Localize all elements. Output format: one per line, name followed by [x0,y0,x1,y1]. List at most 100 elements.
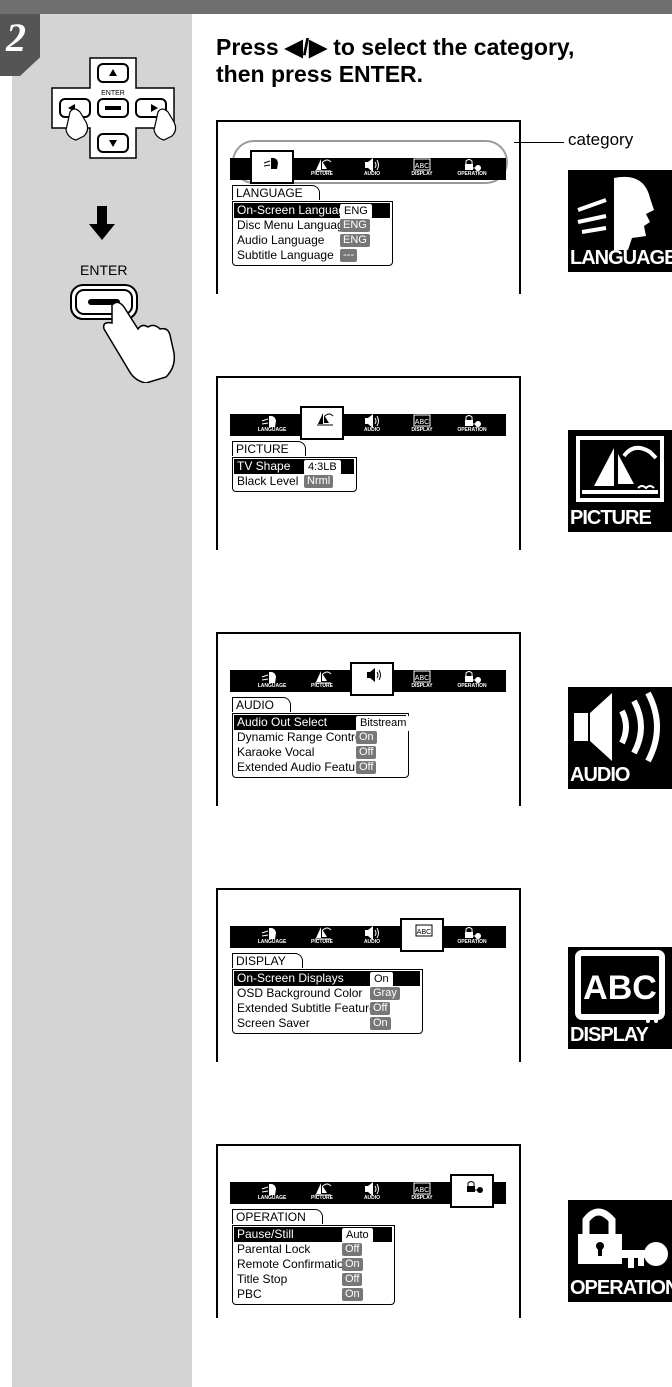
picture-tab-icon[interactable]: PICTURE [300,158,344,180]
tab-label: OPERATION [457,427,487,433]
operation-tab-icon[interactable]: OPERATION [450,414,494,436]
display-tab-icon[interactable]: ABC DISPLAY [400,1182,444,1204]
category-pointer-line [514,142,564,143]
menu-title: LANGUAGE [232,185,320,200]
menu-row[interactable]: Subtitle Language --- [234,248,390,263]
operation-tab-icon[interactable]: OPERATION [450,926,494,948]
menu-row-label: Pause/Still [237,1227,294,1241]
tab-label: DISPLAY [411,683,433,689]
menu-row-value: On [370,1017,391,1030]
picture-tab-icon[interactable] [300,406,344,440]
menu-row[interactable]: OSD Background Color Gray [234,986,420,1001]
audio-tab-icon[interactable]: AUDIO [350,1182,394,1204]
tab-label: DISPLAY [411,427,433,433]
tab-label: OPERATION [457,939,487,945]
category-tab-bar: LANGUAGE PICTURE AUDIO ABC DISPLAY [230,1174,506,1208]
step-number: 2 [6,15,26,60]
audio-tab-icon[interactable] [350,662,394,696]
svg-text:ABC: ABC [583,969,657,1007]
category-tab-bar: LANGUAGE PICTURE ABC DISPLAY OPERATION [230,662,506,696]
menu-row-value: On [356,731,377,744]
settings-menu: PICTURE TV Shape 4:3LB Black Level Nrml [232,440,357,492]
operation-tab-icon[interactable]: OPERATION [450,158,494,180]
menu-row[interactable]: TV Shape 4:3LB [234,459,354,475]
menu-row[interactable]: Screen Saver On [234,1016,420,1031]
tab-label: LANGUAGE [257,683,287,689]
menu-row[interactable]: Pause/Still Auto [234,1227,392,1243]
menu-row-value: Off [342,1243,363,1256]
menu-row-label: Dynamic Range Control [237,730,365,744]
menu-row-value: On [370,972,393,987]
tab-label: PICTURE [311,683,333,689]
menu-row-label: PBC [237,1287,262,1301]
svg-text:ABC: ABC [415,1187,429,1194]
tab-label: LANGUAGE [257,1195,287,1201]
top-rule [0,0,672,14]
tab-label: OPERATION [457,171,487,177]
menu-row-value: Off [356,761,377,774]
menu-row[interactable]: Extended Audio Feature Off [234,760,406,775]
picture-tab-icon[interactable]: PICTURE [300,670,344,692]
language-tab-icon[interactable] [250,150,294,184]
menu-row[interactable]: Extended Subtitle Features Off [234,1001,420,1016]
language-tab-icon[interactable]: LANGUAGE [250,926,294,948]
menu-row[interactable]: Title Stop Off [234,1272,392,1287]
category-tab-bar: LANGUAGE PICTURE AUDIO ABC OPERATION [230,918,506,952]
menu-row[interactable]: Karaoke Vocal Off [234,745,406,760]
remote-dpad: ENTER [46,50,192,166]
big-icon-label: PICTURE [570,507,652,529]
menu-row-value: 4:3LB [304,460,341,475]
picture-icon: PICTURE [568,430,672,532]
osd-screen-operation: LANGUAGE PICTURE AUDIO ABC DISPLAY OPERATION P… [216,1144,521,1318]
big-icon-label: OPERATION [570,1277,672,1299]
tab-label: DISPLAY [411,171,433,177]
language-tab-icon[interactable]: LANGUAGE [250,670,294,692]
menu-row[interactable]: Parental Lock Off [234,1242,392,1257]
language-tab-icon[interactable]: LANGUAGE [250,1182,294,1204]
menu-row-value: On [342,1288,363,1301]
tab-label: AUDIO [363,171,381,177]
menu-title: PICTURE [232,441,306,456]
svg-text:ABC: ABC [417,929,431,936]
display-tab-icon[interactable]: ABC DISPLAY [400,414,444,436]
remote-enter-label: ENTER [101,90,125,97]
audio-tab-icon[interactable]: AUDIO [350,926,394,948]
display-tab-icon[interactable]: ABC DISPLAY [400,158,444,180]
menu-row-label: Parental Lock [237,1242,311,1256]
menu-row-label: Extended Subtitle Features [237,1001,382,1015]
menu-row[interactable]: PBC On [234,1287,392,1302]
menu-row-label: Audio Language [237,233,325,247]
menu-row-label: Audio Out Select [237,715,328,729]
operation-tab-icon[interactable]: OPERATION [450,670,494,692]
menu-row[interactable]: On-Screen Displays On [234,971,420,987]
display-tab-icon[interactable]: ABC DISPLAY [400,670,444,692]
language-tab-icon[interactable]: LANGUAGE [250,414,294,436]
picture-tab-icon[interactable]: PICTURE [300,1182,344,1204]
settings-menu: DISPLAY On-Screen Displays On OSD Backgroun… [232,952,423,1034]
menu-row[interactable]: Black Level Nrml [234,474,354,489]
display-tab-icon[interactable]: ABC [400,918,444,952]
tab-label: PICTURE [311,171,333,177]
menu-row-label: Extended Audio Feature [237,760,366,774]
menu-row[interactable]: On-Screen Language ENG [234,203,390,219]
svg-text:ABC: ABC [415,163,429,170]
tab-label: LANGUAGE [257,427,287,433]
category-label: category [568,130,634,149]
tab-label: AUDIO [363,939,381,945]
menu-row-label: On-Screen Displays [237,971,344,985]
picture-tab-icon[interactable]: PICTURE [300,926,344,948]
category-tab-bar: PICTURE AUDIO ABC DISPLAY OPERATION [230,150,506,184]
audio-tab-icon[interactable]: AUDIO [350,414,394,436]
menu-row-value: ENG [340,219,370,232]
menu-row[interactable]: Audio Language ENG [234,233,390,248]
menu-row[interactable]: Audio Out Select Bitstream [234,715,411,731]
menu-row[interactable]: Disc Menu Language ENG [234,218,390,233]
big-icon-label: AUDIO [570,764,630,786]
menu-row[interactable]: Remote Confirmation On [234,1257,392,1272]
osd-screen-language: PICTURE AUDIO ABC DISPLAY OPERATION LANGUAGE O… [216,120,521,294]
menu-row[interactable]: Dynamic Range Control On [234,730,406,745]
settings-menu: AUDIO Audio Out Select Bitstream Dynamic Ra… [232,696,411,778]
instruction-line-1: Press ◀/▶ to select the category, [216,34,575,60]
operation-tab-icon[interactable] [450,1174,494,1208]
audio-tab-icon[interactable]: AUDIO [350,158,394,180]
